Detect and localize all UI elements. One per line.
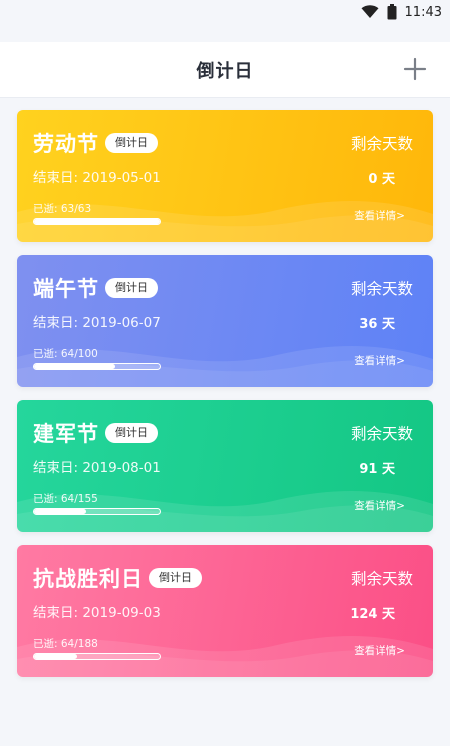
card-name-row: 建军节 倒计日	[33, 418, 158, 448]
card-detail-link[interactable]: 查看详情>	[354, 498, 405, 513]
card-progress-label: 已逝: 64/188	[33, 638, 98, 650]
card-progress-bar	[33, 653, 161, 660]
card-remain-value: 36 天	[359, 317, 395, 332]
countdown-card[interactable]: 端午节 倒计日 结束日: 2019-06-07 已逝: 64/100 剩余天数 …	[17, 255, 433, 387]
card-remain-label: 剩余天数	[350, 570, 413, 588]
card-tag: 倒计日	[105, 278, 158, 298]
card-end-date: 结束日: 2019-06-07	[33, 315, 161, 331]
card-remain-value: 124 天	[350, 607, 395, 622]
battery-icon	[387, 4, 397, 20]
card-tag: 倒计日	[105, 423, 158, 443]
card-detail-link[interactable]: 查看详情>	[354, 643, 405, 658]
card-name: 端午节	[33, 277, 99, 301]
card-remain-value: 0 天	[368, 172, 395, 187]
card-detail-link[interactable]: 查看详情>	[354, 208, 405, 223]
card-tag: 倒计日	[105, 133, 158, 153]
plus-icon[interactable]	[402, 56, 428, 82]
app-bar: 倒计日	[0, 42, 450, 98]
card-progress-fill	[34, 654, 77, 659]
card-remain-value: 91 天	[359, 462, 395, 477]
card-progress-label: 已逝: 63/63	[33, 203, 92, 215]
card-remain-label: 剩余天数	[350, 425, 413, 443]
card-progress-label: 已逝: 64/155	[33, 493, 98, 505]
card-name: 建军节	[33, 422, 99, 446]
countdown-card[interactable]: 抗战胜利日 倒计日 结束日: 2019-09-03 已逝: 64/188 剩余天…	[17, 545, 433, 677]
card-progress-label: 已逝: 64/100	[33, 348, 98, 360]
card-name: 抗战胜利日	[33, 567, 143, 591]
status-bar: 11:43	[0, 0, 450, 24]
card-progress-bar	[33, 363, 161, 370]
card-progress-fill	[34, 509, 87, 514]
card-progress-bar	[33, 218, 161, 225]
card-progress-fill	[34, 219, 160, 224]
wifi-icon	[361, 5, 379, 18]
card-end-date: 结束日: 2019-09-03	[33, 605, 161, 621]
card-name-row: 抗战胜利日 倒计日	[33, 563, 202, 593]
card-progress-fill	[34, 364, 115, 369]
card-name: 劳动节	[33, 132, 99, 156]
countdown-list: 劳动节 倒计日 结束日: 2019-05-01 已逝: 63/63 剩余天数 0…	[17, 110, 433, 690]
card-end-date: 结束日: 2019-08-01	[33, 460, 161, 476]
card-remain-label: 剩余天数	[350, 135, 413, 153]
card-progress-bar	[33, 508, 161, 515]
countdown-card[interactable]: 劳动节 倒计日 结束日: 2019-05-01 已逝: 63/63 剩余天数 0…	[17, 110, 433, 242]
card-name-row: 劳动节 倒计日	[33, 128, 158, 158]
card-remain-label: 剩余天数	[350, 280, 413, 298]
page-title: 倒计日	[196, 60, 254, 82]
card-tag: 倒计日	[149, 568, 202, 588]
card-name-row: 端午节 倒计日	[33, 273, 158, 303]
countdown-card[interactable]: 建军节 倒计日 结束日: 2019-08-01 已逝: 64/155 剩余天数 …	[17, 400, 433, 532]
card-end-date: 结束日: 2019-05-01	[33, 170, 161, 186]
status-time: 11:43	[404, 4, 442, 20]
card-detail-link[interactable]: 查看详情>	[354, 353, 405, 368]
